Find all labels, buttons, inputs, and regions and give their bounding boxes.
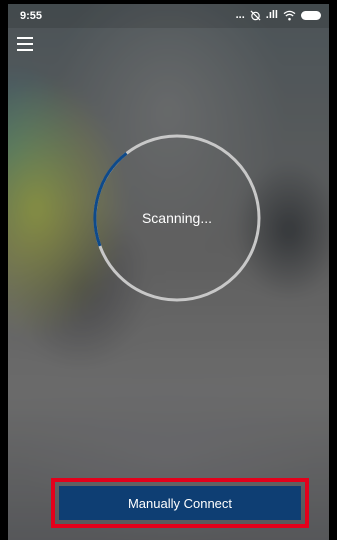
status-icons: ... .ıll bbox=[236, 9, 321, 21]
hamburger-menu-icon[interactable] bbox=[17, 37, 33, 51]
status-bar: 9:55 ... .ıll bbox=[8, 4, 329, 28]
menu-bar-bottom bbox=[17, 49, 33, 51]
manually-connect-button[interactable]: Manually Connect bbox=[59, 486, 301, 520]
scanning-label: Scanning... bbox=[141, 210, 213, 226]
scanning-indicator: Scanning... bbox=[93, 134, 261, 302]
more-dots-icon: ... bbox=[235, 9, 245, 21]
app-screen: 9:55 ... .ıll Scanning... Manually Conne… bbox=[0, 0, 337, 540]
alarm-off-icon bbox=[250, 9, 261, 21]
menu-bar-top bbox=[17, 37, 33, 39]
menu-bar-middle bbox=[17, 43, 33, 45]
signal-icon: .ıll bbox=[265, 9, 278, 21]
status-time: 9:55 bbox=[20, 10, 43, 22]
battery-icon bbox=[301, 10, 321, 20]
wifi-icon bbox=[283, 10, 296, 20]
